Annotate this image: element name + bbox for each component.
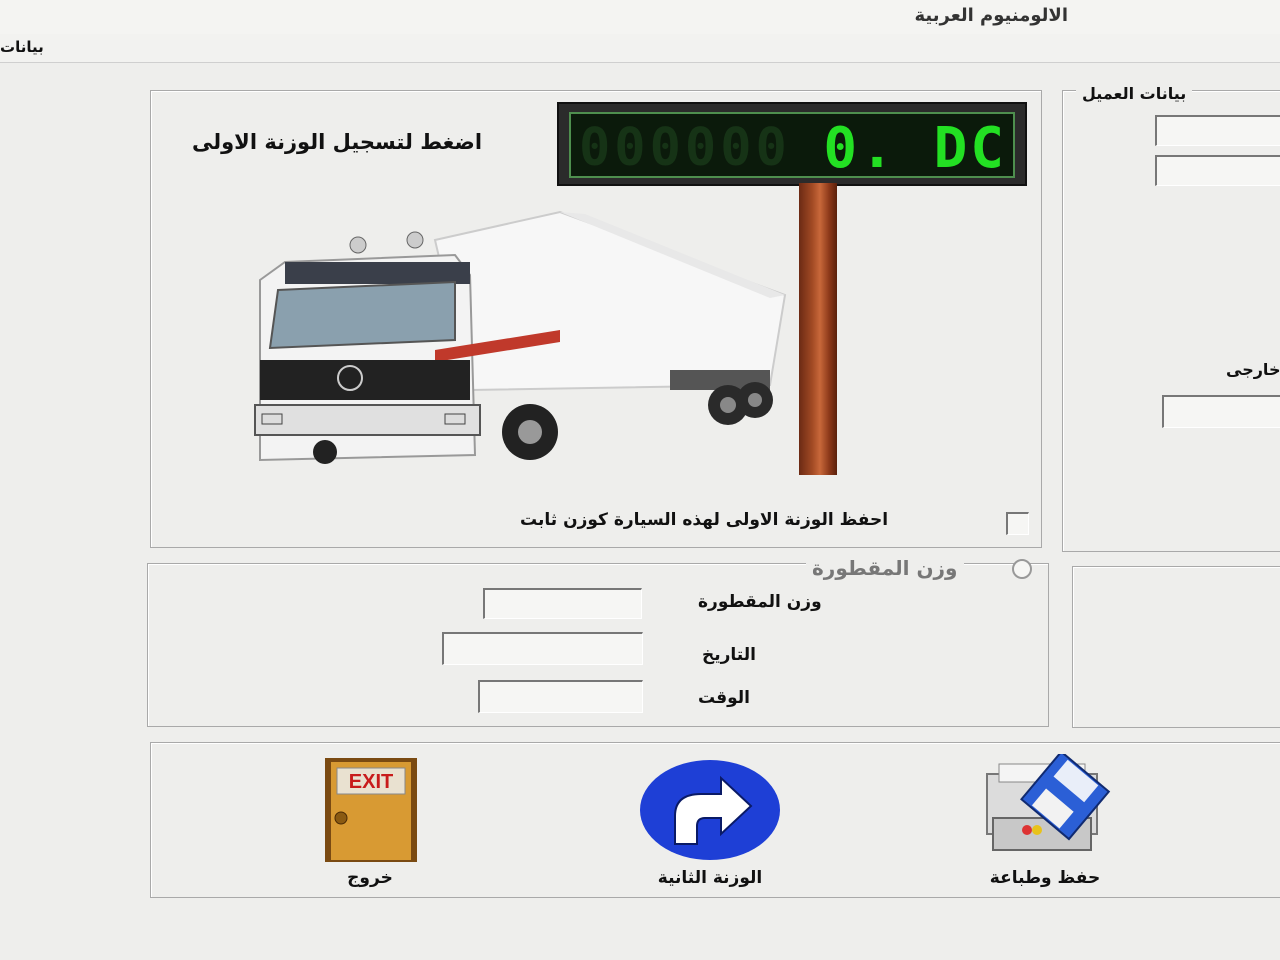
menu-item-data[interactable]: بيانات bbox=[0, 38, 44, 56]
save-first-weight-label: احفظ الوزنة الاولى لهذه السيارة كوزن ثاب… bbox=[520, 510, 889, 530]
trailer-group-title: وزن المقطورة bbox=[806, 556, 964, 580]
printer-floppy-icon bbox=[986, 754, 1111, 851]
truck-image bbox=[254, 210, 787, 464]
second-weight-button-label: الوزنة الثانية bbox=[657, 868, 763, 888]
trailer-weight-field[interactable] bbox=[483, 588, 642, 619]
save-print-button[interactable]: حفظ وطباعة bbox=[955, 752, 1135, 892]
save-print-button-label: حفظ وطباعة bbox=[989, 868, 1101, 888]
exit-button[interactable]: EXIT خروج bbox=[280, 752, 460, 892]
trailer-weight-radio[interactable] bbox=[1012, 559, 1032, 579]
date-field[interactable] bbox=[442, 632, 643, 665]
weight-display-value: 0. DC bbox=[823, 116, 1007, 178]
customer-field-1[interactable] bbox=[1155, 115, 1280, 146]
weight-display-ghost: 000000 bbox=[579, 118, 791, 178]
second-weight-button[interactable]: الوزنة الثانية bbox=[620, 752, 800, 892]
weight-display: 000000 0. DC bbox=[557, 102, 1027, 186]
exit-button-label: خروج bbox=[347, 868, 393, 888]
weight-gauge-bar bbox=[799, 183, 837, 475]
exit-sign-text: EXIT bbox=[349, 771, 393, 793]
save-first-weight-checkbox[interactable] bbox=[1006, 512, 1029, 535]
window-title: الالومنيوم العربية bbox=[914, 5, 1068, 26]
trailer-weight-label: وزن المقطورة bbox=[698, 592, 822, 612]
title-bar: الالومنيوم العربية bbox=[0, 0, 1280, 34]
first-weight-prompt[interactable]: اضغط لتسجيل الوزنة الاولى bbox=[192, 130, 482, 154]
exit-door-icon: EXIT bbox=[325, 758, 417, 862]
external-label: خارجى bbox=[1226, 360, 1280, 379]
time-field[interactable] bbox=[478, 680, 643, 713]
menu-bar: بيانات bbox=[0, 34, 1280, 63]
external-field[interactable] bbox=[1162, 395, 1280, 428]
time-label: الوقت bbox=[698, 688, 750, 708]
customer-group-title: بيانات العميل bbox=[1076, 84, 1193, 103]
side-panel bbox=[1072, 566, 1280, 728]
date-label: التاريخ bbox=[702, 645, 756, 665]
forward-arrow-icon bbox=[640, 760, 780, 860]
customer-field-2[interactable] bbox=[1155, 155, 1280, 186]
